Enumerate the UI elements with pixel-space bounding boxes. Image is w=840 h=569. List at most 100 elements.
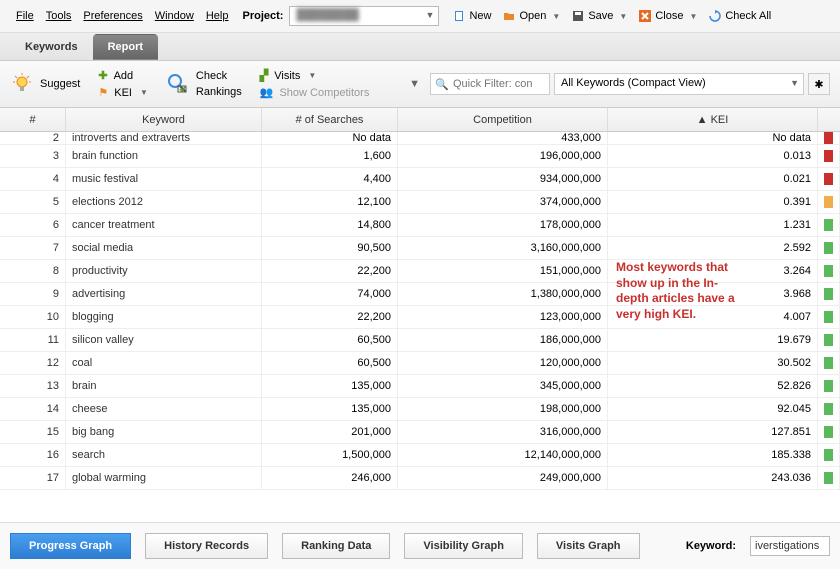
show-competitors-button[interactable]: 👥 Show Competitors: [260, 86, 370, 99]
cell-competition: 123,000,000: [398, 306, 608, 328]
progress-graph-button[interactable]: Progress Graph: [10, 533, 131, 559]
cell-kei-indicator: [818, 237, 840, 259]
keyword-table: # Keyword # of Searches Competition ▲ KE…: [0, 108, 840, 490]
check-all-button[interactable]: Check All: [709, 10, 771, 22]
status-swatch: [824, 196, 833, 208]
table-row[interactable]: 10blogging22,200123,000,0004.007: [0, 306, 840, 329]
table-row[interactable]: 4music festival4,400934,000,0000.021: [0, 168, 840, 191]
open-button[interactable]: Open▼: [503, 10, 560, 22]
keyword-input[interactable]: [750, 536, 830, 556]
visits-graph-button[interactable]: Visits Graph: [537, 533, 640, 559]
table-row[interactable]: 9advertising74,0001,380,000,0003.968: [0, 283, 840, 306]
chart-icon: ▞: [260, 69, 268, 82]
cell-kei-indicator: [818, 145, 840, 167]
table-row[interactable]: 2introverts and extravertsNo data433,000…: [0, 132, 840, 145]
status-swatch: [824, 334, 833, 346]
close-button[interactable]: Close▼: [639, 10, 697, 22]
tab-keywords[interactable]: Keywords: [10, 34, 93, 60]
cell-kei-indicator: [818, 398, 840, 420]
table-row[interactable]: 15big bang201,000316,000,000127.851: [0, 421, 840, 444]
col-kei[interactable]: ▲ KEI: [608, 108, 818, 131]
project-label: Project:: [242, 10, 283, 22]
ranking-data-button[interactable]: Ranking Data: [282, 533, 390, 559]
menu-preferences[interactable]: Preferences: [77, 8, 148, 24]
filter-dropdown[interactable]: ▼: [403, 78, 426, 90]
cell-kei: 0.391: [608, 191, 818, 213]
settings-button[interactable]: ✱: [808, 73, 830, 95]
kei-button[interactable]: ⚑ KEI▼: [98, 86, 148, 99]
check-rankings-button[interactable]: CheckRankings: [166, 70, 242, 98]
cell-number: 4: [0, 168, 66, 190]
menu-window[interactable]: Window: [149, 8, 200, 24]
cell-kei-indicator: [818, 214, 840, 236]
table-row[interactable]: 14cheese135,000198,000,00092.045: [0, 398, 840, 421]
cell-keyword: cancer treatment: [66, 214, 262, 236]
cell-number: 13: [0, 375, 66, 397]
plus-icon: ✚: [98, 69, 107, 82]
suggest-button[interactable]: Suggest: [10, 72, 80, 96]
col-competition[interactable]: Competition: [398, 108, 608, 131]
cell-keyword: coal: [66, 352, 262, 374]
bottom-bar: Progress Graph History Records Ranking D…: [0, 522, 840, 569]
cell-competition: 934,000,000: [398, 168, 608, 190]
add-button[interactable]: ✚ Add: [98, 69, 148, 82]
cell-kei-indicator: [818, 444, 840, 466]
new-button[interactable]: New: [453, 10, 491, 22]
cell-number: 10: [0, 306, 66, 328]
menu-tools[interactable]: Tools: [40, 8, 78, 24]
cell-competition: 316,000,000: [398, 421, 608, 443]
table-row[interactable]: 16search1,500,00012,140,000,000185.338: [0, 444, 840, 467]
cell-competition: 249,000,000: [398, 467, 608, 489]
cell-kei: 185.338: [608, 444, 818, 466]
cell-kei-indicator: [818, 329, 840, 351]
tab-report[interactable]: Report: [93, 34, 158, 60]
table-row[interactable]: 17global warming246,000249,000,000243.03…: [0, 467, 840, 490]
refresh-icon: [709, 10, 721, 22]
table-row[interactable]: 7social media90,5003,160,000,0002.592: [0, 237, 840, 260]
cell-searches: 201,000: [262, 421, 398, 443]
menu-file[interactable]: File: [10, 8, 40, 24]
save-button[interactable]: Save▼: [572, 10, 627, 22]
cell-kei-indicator: [818, 352, 840, 374]
project-select[interactable]: ████████▼: [289, 6, 439, 26]
cell-kei: 243.036: [608, 467, 818, 489]
table-row[interactable]: 3brain function1,600196,000,0000.013: [0, 145, 840, 168]
visits-button[interactable]: ▞ Visits▼: [260, 69, 370, 82]
cell-kei-indicator: [818, 132, 840, 144]
table-row[interactable]: 6cancer treatment14,800178,000,0001.231: [0, 214, 840, 237]
cell-keyword: blogging: [66, 306, 262, 328]
cell-keyword: silicon valley: [66, 329, 262, 351]
cell-kei: 0.013: [608, 145, 818, 167]
cell-keyword: productivity: [66, 260, 262, 282]
cell-searches: 74,000: [262, 283, 398, 305]
table-row[interactable]: 5elections 201212,100374,000,0000.391: [0, 191, 840, 214]
table-row[interactable]: 11silicon valley60,500186,000,00019.679: [0, 329, 840, 352]
cell-searches: 22,200: [262, 260, 398, 282]
menu-help[interactable]: Help: [200, 8, 235, 24]
visibility-graph-button[interactable]: Visibility Graph: [404, 533, 523, 559]
cell-competition: 12,140,000,000: [398, 444, 608, 466]
cell-competition: 1,380,000,000: [398, 283, 608, 305]
cell-kei: 2.592: [608, 237, 818, 259]
cell-kei-indicator: [818, 168, 840, 190]
cell-competition: 345,000,000: [398, 375, 608, 397]
menubar: File Tools Preferences Window Help Proje…: [0, 0, 840, 33]
table-row[interactable]: 13brain135,000345,000,00052.826: [0, 375, 840, 398]
view-select[interactable]: All Keywords (Compact View)▼: [554, 73, 804, 95]
table-row[interactable]: 12coal60,500120,000,00030.502: [0, 352, 840, 375]
document-icon: [453, 10, 465, 22]
people-icon: 👥: [260, 86, 274, 99]
cell-competition: 433,000: [398, 132, 608, 144]
col-searches[interactable]: # of Searches: [262, 108, 398, 131]
history-records-button[interactable]: History Records: [145, 533, 268, 559]
col-number[interactable]: #: [0, 108, 66, 131]
cell-kei: 0.021: [608, 168, 818, 190]
cell-keyword: brain function: [66, 145, 262, 167]
col-keyword[interactable]: Keyword: [66, 108, 262, 131]
cell-kei-indicator: [818, 467, 840, 489]
cell-kei-indicator: [818, 375, 840, 397]
cell-number: 7: [0, 237, 66, 259]
cell-keyword: introverts and extraverts: [66, 132, 262, 144]
table-row[interactable]: 8productivity22,200151,000,0003.264: [0, 260, 840, 283]
cell-searches: 1,600: [262, 145, 398, 167]
